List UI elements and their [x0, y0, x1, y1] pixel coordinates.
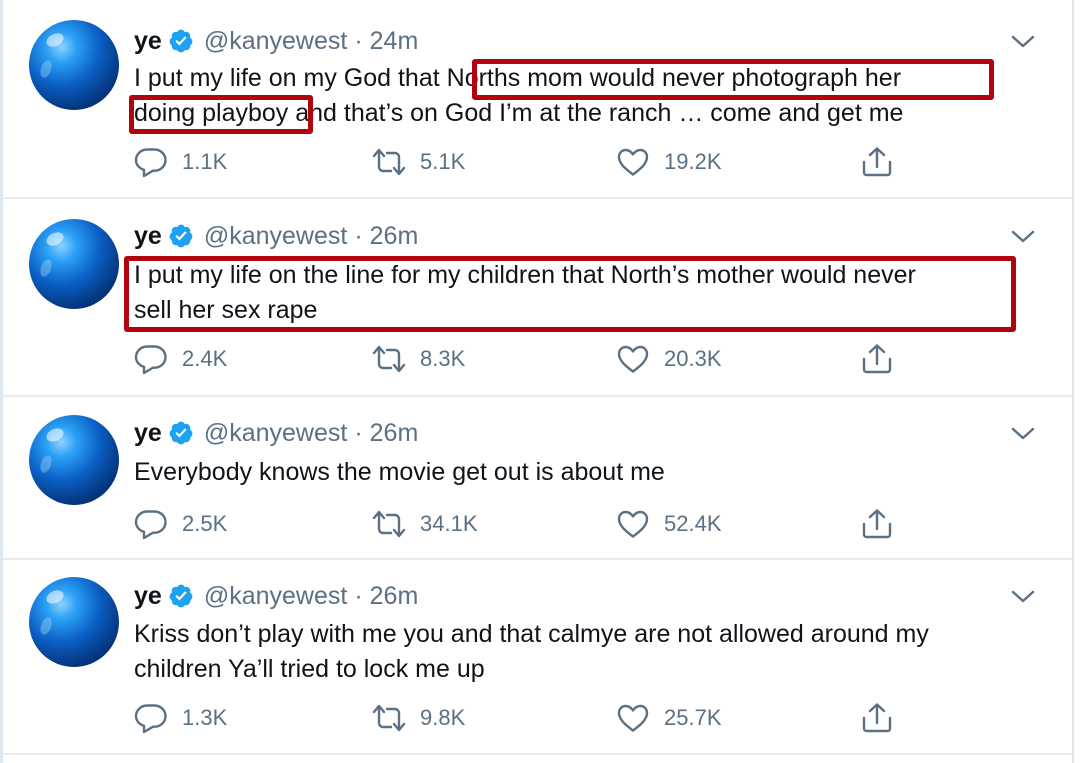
tweet-timestamp[interactable]: 26m [370, 419, 419, 448]
reply-button[interactable]: 2.4K [134, 343, 227, 375]
verified-badge-icon [168, 420, 194, 446]
tweet-text-line: Kriss don’t play with me you and that ca… [134, 620, 929, 648]
like-button[interactable]: 20.3K [616, 343, 722, 375]
retweet-icon [372, 508, 406, 540]
tweet-timestamp[interactable]: 26m [370, 222, 419, 251]
tweet-text-line: children Ya’ll tried to lock me up [134, 654, 485, 683]
retweet-button[interactable]: 34.1K [372, 508, 478, 540]
avatar[interactable] [29, 415, 119, 505]
reply-icon [134, 702, 168, 734]
tweet-text: Everybody knows the movie get out is abo… [134, 455, 665, 490]
reply-count: 2.4K [182, 346, 228, 371]
tweet-text-line: doing playboy and that’s on God I’m at t… [134, 98, 904, 127]
chevron-down-icon[interactable] [1010, 589, 1036, 605]
like-count: 25.7K [664, 705, 722, 730]
tweet-text: I put my life on the line for my childre… [134, 258, 916, 327]
user-handle[interactable]: @kanyewest [204, 582, 348, 611]
tweet[interactable]: ye @kanyewest · 24m I put my life on my … [3, 0, 1072, 199]
like-count: 52.4K [664, 511, 722, 536]
reply-count: 1.3K [182, 705, 228, 730]
avatar[interactable] [29, 20, 119, 110]
chevron-down-icon[interactable] [1010, 229, 1036, 245]
reply-icon [134, 343, 168, 375]
tweet-text-line: sell her sex rape [134, 295, 318, 324]
separator-dot: · [354, 581, 363, 610]
separator-dot: · [354, 221, 363, 250]
tweet-header: ye @kanyewest · 26m [134, 219, 418, 253]
reply-count: 1.1K [182, 149, 228, 174]
tweet-actions: 1.3K 9.8K 25.7K [134, 702, 1032, 734]
display-name[interactable]: ye [134, 582, 162, 611]
tweet-actions: 1.1K 5.1K 19.2K [134, 146, 1032, 178]
reply-button[interactable]: 2.5K [134, 508, 227, 540]
avatar[interactable] [29, 219, 119, 309]
share-icon [860, 702, 894, 734]
chevron-down-icon[interactable] [1010, 34, 1036, 50]
verified-badge-icon [168, 28, 194, 54]
heart-icon [616, 343, 650, 375]
tweet-header: ye @kanyewest · 26m [134, 579, 418, 613]
tweet[interactable]: ye @kanyewest · 26m I put my life on the… [3, 199, 1072, 397]
retweet-icon [372, 146, 406, 178]
tweet-text: I put my life on my God that Norths mom … [134, 61, 903, 130]
retweet-button[interactable]: 8.3K [372, 343, 465, 375]
like-button[interactable]: 25.7K [616, 702, 722, 734]
share-button[interactable] [860, 146, 894, 178]
display-name[interactable]: ye [134, 419, 162, 448]
like-count: 19.2K [664, 149, 722, 174]
user-handle[interactable]: @kanyewest [204, 222, 348, 251]
verified-badge-icon [168, 223, 194, 249]
separator-dot: · [354, 418, 363, 447]
user-handle[interactable]: @kanyewest [204, 27, 348, 56]
chevron-down-icon[interactable] [1010, 426, 1036, 442]
reply-count: 2.5K [182, 511, 228, 536]
retweet-count: 5.1K [420, 149, 466, 174]
separator-dot: · [354, 26, 363, 55]
like-count: 20.3K [664, 346, 722, 371]
tweet-header: ye @kanyewest · 24m [134, 24, 418, 58]
tweet-actions: 2.5K 34.1K 52.4K [134, 508, 1032, 540]
avatar[interactable] [29, 577, 119, 667]
tweet[interactable]: ye @kanyewest · 26m Everybody knows the … [3, 397, 1072, 560]
heart-icon [616, 146, 650, 178]
reply-icon [134, 508, 168, 540]
display-name[interactable]: ye [134, 222, 162, 251]
reply-icon [134, 146, 168, 178]
heart-icon [616, 508, 650, 540]
tweet-text-line: I put my life on the line for my childre… [134, 261, 916, 289]
share-button[interactable] [860, 343, 894, 375]
reply-button[interactable]: 1.3K [134, 702, 227, 734]
retweet-icon [372, 702, 406, 734]
retweet-count: 9.8K [420, 705, 466, 730]
like-button[interactable]: 19.2K [616, 146, 722, 178]
tweet[interactable]: ye @kanyewest · 26m Kriss don’t play wit… [3, 560, 1072, 755]
retweet-icon [372, 343, 406, 375]
tweet-text-line: Everybody knows the movie get out is abo… [134, 458, 665, 486]
share-icon [860, 343, 894, 375]
share-button[interactable] [860, 702, 894, 734]
tweet-text: Kriss don’t play with me you and that ca… [134, 617, 929, 686]
verified-badge-icon [168, 583, 194, 609]
reply-button[interactable]: 1.1K [134, 146, 227, 178]
user-handle[interactable]: @kanyewest [204, 419, 348, 448]
tweet-actions: 2.4K 8.3K 20.3K [134, 343, 1032, 375]
share-button[interactable] [860, 508, 894, 540]
like-button[interactable]: 52.4K [616, 508, 722, 540]
tweet-timestamp[interactable]: 24m [370, 27, 419, 56]
tweet-text-line: I put my life on my God that Norths mom … [134, 64, 902, 92]
retweet-count: 34.1K [420, 511, 478, 536]
share-icon [860, 146, 894, 178]
tweet-timestamp[interactable]: 26m [370, 582, 419, 611]
retweet-button[interactable]: 5.1K [372, 146, 465, 178]
timeline-right-border [1072, 0, 1074, 763]
display-name[interactable]: ye [134, 27, 162, 56]
tweet-header: ye @kanyewest · 26m [134, 416, 418, 450]
share-icon [860, 508, 894, 540]
retweet-count: 8.3K [420, 346, 466, 371]
heart-icon [616, 702, 650, 734]
retweet-button[interactable]: 9.8K [372, 702, 465, 734]
